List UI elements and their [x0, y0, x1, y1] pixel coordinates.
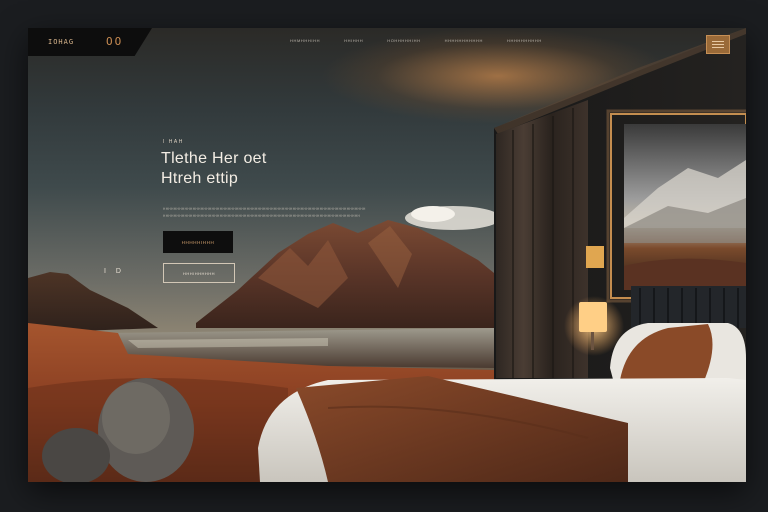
- nav-item-1[interactable]: HHMHHHIHH: [290, 38, 320, 43]
- menu-icon-line: [712, 47, 724, 48]
- hero-subcopy: HHHHHHHHHHHHHHHHHHHHHHHHHHHHHHHHHHHHHHHH…: [163, 207, 366, 218]
- secondary-cta-button[interactable]: HHHIHHHHHH: [163, 263, 235, 283]
- nav-item-2[interactable]: HHIHHH: [344, 38, 363, 43]
- nav-item-4[interactable]: HHHHHHHHHHH: [445, 38, 483, 43]
- brand-name[interactable]: IOHAG: [48, 38, 74, 46]
- menu-icon-line: [712, 44, 724, 45]
- nav-item-3[interactable]: HOHHHHHIHH: [387, 38, 420, 43]
- nav-item-5[interactable]: HHHHHHHHHH: [507, 38, 542, 43]
- main-nav: HHMHHHIHH HHIHHH HOHHHHHIHH HHHHHHHHHHH …: [290, 38, 566, 43]
- brand-mark: OO: [106, 35, 124, 48]
- hotel-landing-page: IOHAG OO HHMHHHIHH HHIHHH HOHHHHHIHH HHH…: [28, 28, 746, 482]
- logo-bar: [28, 28, 152, 56]
- hero-eyebrow: I HAH: [163, 139, 184, 145]
- slide-marker: I D: [104, 268, 125, 275]
- menu-icon-line: [712, 41, 724, 42]
- hero-scene-illustration: [28, 28, 746, 482]
- headline-line-2: Htreh ettip: [161, 170, 239, 187]
- headline-line-1: Tlethe Her oet: [161, 150, 267, 167]
- hero-headline: Tlethe Her oet Htreh ettip: [161, 149, 331, 189]
- menu-button[interactable]: [706, 35, 730, 54]
- primary-cta-button[interactable]: HHHHHIHHH: [163, 231, 233, 253]
